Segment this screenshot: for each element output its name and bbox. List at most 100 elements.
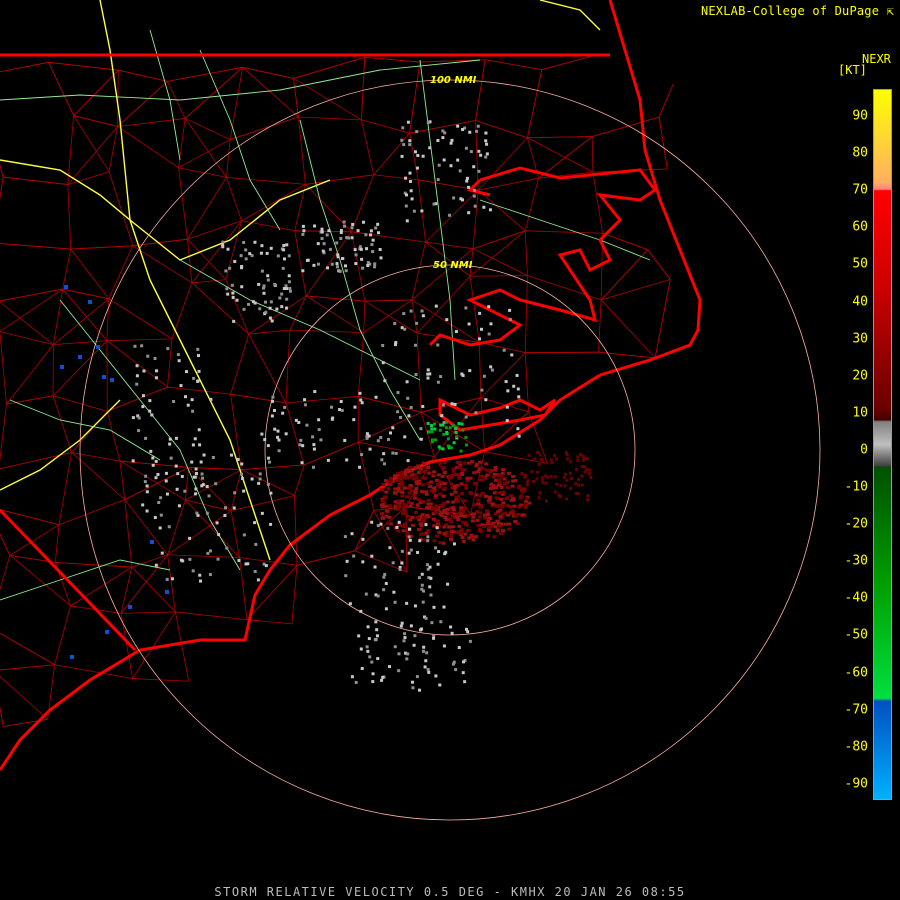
outbound-echo xyxy=(449,475,454,479)
near-zero-echo xyxy=(456,158,460,162)
outbound-echo xyxy=(523,505,528,509)
inbound-echo xyxy=(461,428,465,432)
road xyxy=(0,59,481,101)
near-zero-echo xyxy=(253,521,257,525)
near-zero-echo xyxy=(192,376,196,380)
outbound-echo xyxy=(491,521,496,525)
outbound-echo xyxy=(438,480,443,484)
near-zero-echo xyxy=(429,576,433,580)
outbound-echo xyxy=(432,470,437,474)
county-border xyxy=(174,611,190,682)
outbound-echo xyxy=(454,495,459,499)
outbound-echo xyxy=(437,461,442,465)
near-zero-echo xyxy=(196,379,200,383)
near-zero-echo xyxy=(167,525,171,529)
road xyxy=(479,199,651,261)
county-border xyxy=(416,333,422,413)
near-zero-echo xyxy=(361,537,365,541)
outbound-echo xyxy=(426,529,431,533)
near-zero-echo xyxy=(468,639,472,643)
near-zero-echo xyxy=(421,404,425,408)
county-border xyxy=(409,61,421,134)
near-zero-echo xyxy=(131,416,135,420)
legend-tick: -40 xyxy=(844,590,868,606)
near-zero-echo xyxy=(176,353,180,357)
outbound-echo xyxy=(475,462,480,466)
outbound-echo xyxy=(411,477,416,481)
county-border xyxy=(293,78,362,121)
near-zero-echo xyxy=(145,509,149,513)
county-border xyxy=(242,67,299,118)
near-zero-echo xyxy=(339,400,343,404)
outbound-echo xyxy=(434,504,439,508)
near-zero-echo xyxy=(207,494,211,498)
near-zero-echo xyxy=(135,374,139,378)
outbound-echo xyxy=(416,464,421,468)
near-zero-echo xyxy=(282,244,286,248)
outbound-echo xyxy=(544,481,548,485)
near-zero-echo xyxy=(382,462,386,466)
near-zero-echo xyxy=(400,549,404,553)
inbound-echo xyxy=(446,437,450,441)
outbound-echo xyxy=(586,494,590,498)
county-border xyxy=(658,117,668,170)
near-zero-echo xyxy=(373,638,377,642)
inbound-echo xyxy=(451,424,455,428)
county-border xyxy=(357,332,365,397)
near-zero-echo xyxy=(345,559,349,563)
near-zero-echo xyxy=(440,414,444,418)
county-border xyxy=(191,279,226,284)
county-border xyxy=(289,329,364,333)
near-zero-echo xyxy=(188,557,192,561)
range-rings xyxy=(79,79,821,821)
county-border xyxy=(132,245,193,284)
outbound-echo xyxy=(442,525,447,529)
near-zero-echo xyxy=(266,278,270,282)
near-zero-echo xyxy=(277,438,281,442)
near-zero-echo xyxy=(393,645,397,649)
near-zero-echo xyxy=(428,372,432,376)
county-border xyxy=(0,555,11,591)
near-zero-echo xyxy=(441,403,445,407)
county-border xyxy=(364,299,412,302)
near-zero-echo xyxy=(271,395,275,399)
near-zero-echo xyxy=(397,652,401,656)
outbound-echo xyxy=(408,484,413,488)
outbound-echo xyxy=(527,501,532,505)
near-zero-echo xyxy=(359,609,363,613)
nexlab-credit[interactable]: NEXLAB-College of DuPage ⇱ xyxy=(701,4,894,18)
inbound-echo xyxy=(446,444,450,448)
near-zero-echo xyxy=(316,242,320,246)
outbound-echo xyxy=(478,529,483,533)
near-zero-echo xyxy=(445,318,449,322)
outbound-echo xyxy=(509,494,514,498)
near-zero-echo xyxy=(422,645,426,649)
outbound-echo xyxy=(499,532,504,536)
county-border xyxy=(117,118,186,127)
near-zero-echo xyxy=(256,578,260,582)
inbound-echo xyxy=(448,426,452,430)
county-border xyxy=(0,243,71,250)
near-zero-echo xyxy=(418,539,422,543)
inbound-echo xyxy=(102,375,106,379)
near-zero-echo xyxy=(516,387,520,391)
outbound-echo xyxy=(480,466,485,470)
county-border xyxy=(241,220,295,232)
county-border xyxy=(226,139,231,178)
outbound-echo xyxy=(473,535,478,539)
outbound-echo xyxy=(507,522,512,526)
outbound-echo xyxy=(563,472,567,476)
near-zero-echo xyxy=(240,285,244,289)
outbound-echo xyxy=(406,514,411,518)
county-border xyxy=(477,189,526,232)
near-zero-echo xyxy=(193,437,197,441)
county-border xyxy=(185,469,242,501)
inbound-echo xyxy=(128,605,132,609)
near-zero-echo xyxy=(416,551,420,555)
outbound-echo xyxy=(388,504,393,508)
near-zero-echo xyxy=(383,572,387,576)
near-zero-echo xyxy=(259,251,263,255)
near-zero-echo xyxy=(169,456,173,460)
county-border xyxy=(62,248,72,290)
inbound-echo xyxy=(426,421,430,425)
